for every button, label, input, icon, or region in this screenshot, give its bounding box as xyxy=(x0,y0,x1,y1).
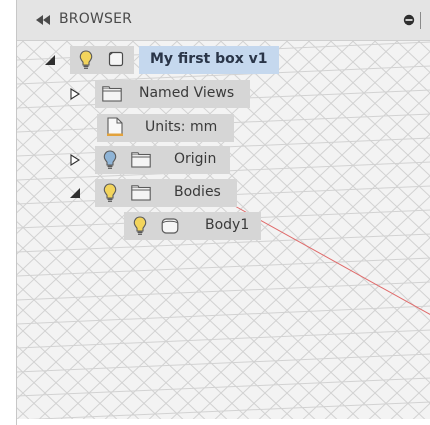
canvas-frame: BROWSER My first box v1 Named Views Unit… xyxy=(0,0,430,425)
tree-label-units: Units: mm xyxy=(145,119,218,135)
tree-row-origin[interactable]: Origin xyxy=(17,146,430,174)
document-icon xyxy=(107,117,123,136)
header-separator xyxy=(420,12,421,29)
bottom-edge xyxy=(17,419,430,425)
triangle-expanded-icon[interactable] xyxy=(69,187,81,199)
folder-icon xyxy=(102,86,122,102)
tree-row-root[interactable]: My first box v1 xyxy=(17,46,430,74)
tree-label-body1: Body1 xyxy=(205,217,250,233)
pin-icon[interactable] xyxy=(403,14,415,26)
units-chip[interactable]: Units: mm xyxy=(97,114,234,142)
lightbulb-off-icon[interactable] xyxy=(103,150,117,170)
browser-title: BROWSER xyxy=(59,11,133,27)
triangle-collapsed-icon[interactable] xyxy=(69,88,81,100)
origin-chip[interactable]: Origin xyxy=(95,146,230,174)
tree-label-origin: Origin xyxy=(174,151,217,167)
named-views-chip[interactable]: Named Views xyxy=(95,80,250,108)
tree-row-units[interactable]: Units: mm xyxy=(17,114,430,142)
folder-icon xyxy=(131,152,151,168)
tree-label-bodies: Bodies xyxy=(174,184,221,200)
browser-header: BROWSER xyxy=(17,0,430,41)
double-left-arrow-icon[interactable] xyxy=(34,11,56,29)
body-icon xyxy=(161,218,179,234)
tree-row-bodies[interactable]: Bodies xyxy=(17,179,430,207)
tree-row-body1[interactable]: Body1 xyxy=(17,212,430,240)
tree-label-root: My first box v1 xyxy=(150,51,268,67)
root-label-chip[interactable]: My first box v1 xyxy=(139,46,279,74)
tree-row-named-views[interactable]: Named Views xyxy=(17,80,430,108)
triangle-collapsed-icon[interactable] xyxy=(69,154,81,166)
folder-icon xyxy=(131,185,151,201)
browser-panel: BROWSER My first box v1 Named Views Unit… xyxy=(16,0,430,425)
bodies-chip[interactable]: Bodies xyxy=(95,179,237,207)
lightbulb-on-icon[interactable] xyxy=(103,183,117,203)
root-visibility-chip[interactable] xyxy=(70,46,134,74)
triangle-expanded-icon[interactable] xyxy=(44,54,56,66)
lightbulb-on-icon[interactable] xyxy=(133,216,147,236)
tree-label-named-views: Named Views xyxy=(139,85,235,101)
component-icon xyxy=(108,51,124,67)
body1-chip[interactable]: Body1 xyxy=(124,212,261,240)
lightbulb-on-icon[interactable] xyxy=(79,50,93,70)
